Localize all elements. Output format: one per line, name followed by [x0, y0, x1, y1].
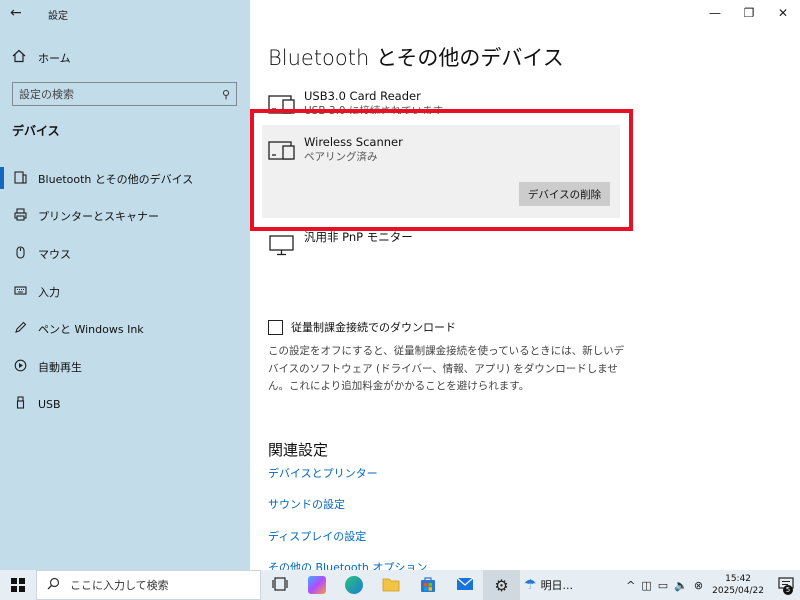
settings-sidebar: ← 設定 ホーム ⚲ デバイス Bluetooth とその他のデバイス プリンタ…	[0, 0, 250, 570]
metered-download-label: 従量制課金接続でのダウンロード	[291, 321, 456, 334]
edge-button[interactable]	[335, 570, 372, 600]
sidebar-item-usb[interactable]: USB	[0, 386, 250, 424]
camera-icon[interactable]: ◫	[641, 579, 651, 592]
link-sound-settings[interactable]: サウンドの設定	[268, 496, 345, 512]
mail-button[interactable]	[446, 570, 483, 600]
taskbar-search-text: ここに入力して検索	[70, 579, 169, 592]
weather-widget[interactable]: ☂ 明日...	[524, 577, 573, 593]
link-display-settings[interactable]: ディスプレイの設定	[268, 528, 366, 544]
copilot-icon	[307, 576, 326, 594]
page-title: Bluetooth とその他のデバイス	[268, 46, 564, 70]
search-icon[interactable]: ⚲	[216, 88, 236, 101]
taskbar: ここに入力して検索 ⚙ ☂ 明日... ^ ◫ ▭ 🔈 ⊗ 15:42 2025…	[0, 570, 800, 600]
clock-date: 2025/04/22	[712, 586, 764, 596]
device-name: USB3.0 Card Reader	[304, 89, 421, 103]
task-view-icon	[271, 576, 288, 595]
close-circle-icon[interactable]: ⊗	[694, 579, 703, 592]
settings-search-input[interactable]	[13, 83, 216, 105]
link-devices-and-printers[interactable]: デバイスとプリンター	[268, 465, 378, 481]
umbrella-icon: ☂	[524, 577, 537, 593]
metered-download-checkbox[interactable]	[268, 319, 283, 335]
taskbar-search-box[interactable]: ここに入力して検索	[36, 570, 261, 600]
sidebar-item-label: USB	[38, 397, 61, 411]
weather-text: 明日...	[540, 579, 574, 592]
app-title: 設定	[48, 11, 68, 22]
related-settings-title: 関連設定	[268, 441, 329, 459]
home-label: ホーム	[38, 52, 71, 65]
gear-icon: ⚙	[494, 575, 509, 595]
sidebar-nav: Bluetooth とその他のデバイス プリンターとスキャナー マウス 入力 ペ…	[0, 160, 250, 423]
mouse-icon	[12, 246, 28, 262]
sidebar-item-mouse[interactable]: マウス	[0, 235, 250, 273]
sidebar-item-label: マウス	[38, 247, 71, 261]
system-tray: ^ ◫ ▭ 🔈 ⊗ 15:42 2025/04/22 5	[623, 570, 800, 600]
windows-logo-icon	[11, 578, 25, 592]
task-view-button[interactable]	[261, 570, 298, 600]
settings-taskbar-button[interactable]: ⚙	[483, 570, 520, 600]
close-button[interactable]: ✕	[766, 0, 800, 28]
pen-icon	[12, 321, 28, 337]
sidebar-item-bluetooth[interactable]: Bluetooth とその他のデバイス	[0, 160, 250, 198]
notification-count-badge: 5	[783, 585, 793, 595]
copilot-button[interactable]	[298, 570, 335, 600]
sidebar-item-label: 入力	[38, 285, 60, 299]
sidebar-item-label: Bluetooth とその他のデバイス	[38, 172, 194, 186]
link-more-bluetooth-options[interactable]: その他の Bluetooth オプション	[268, 559, 427, 570]
content-pane: — ❐ ✕ Bluetooth とその他のデバイス USB3.0 Card Re…	[250, 0, 800, 570]
sidebar-item-printers[interactable]: プリンターとスキャナー	[0, 198, 250, 236]
back-arrow-icon[interactable]: ←	[10, 4, 28, 22]
monitor-icon	[268, 233, 296, 257]
titlebar-left: ← 設定	[0, 0, 250, 28]
sidebar-item-autoplay[interactable]: 自動再生	[0, 348, 250, 386]
highlight-box	[250, 109, 633, 231]
printer-icon	[12, 208, 28, 224]
notification-center-button[interactable]: 5	[772, 570, 800, 600]
home-icon	[12, 49, 28, 67]
edge-browser-icon	[344, 576, 363, 594]
metered-download-option[interactable]: 従量制課金接続でのダウンロード	[268, 319, 456, 335]
window-controls: — ❐ ✕	[698, 0, 800, 28]
metered-description: この設定をオフにすると、従量制課金接続を使っているときには、新しいデバイスのソフ…	[268, 345, 625, 392]
autoplay-icon	[12, 359, 28, 375]
chevron-up-icon[interactable]: ^	[626, 579, 635, 592]
bluetooth-devices-icon	[12, 171, 28, 187]
sidebar-item-label: 自動再生	[38, 360, 82, 374]
search-icon	[47, 577, 60, 593]
device-name: 汎用非 PnP モニター	[304, 230, 413, 244]
store-icon	[419, 575, 437, 596]
file-explorer-button[interactable]	[372, 570, 409, 600]
start-button[interactable]	[0, 570, 36, 600]
clock-time: 15:42	[725, 574, 752, 584]
keyboard-icon	[12, 284, 28, 300]
settings-search-box[interactable]: ⚲	[12, 82, 237, 106]
maximize-button[interactable]: ❐	[732, 0, 766, 28]
store-button[interactable]	[409, 570, 446, 600]
sidebar-item-label: プリンターとスキャナー	[38, 210, 159, 224]
sidebar-item-label: ペンと Windows Ink	[38, 323, 144, 337]
section-title: デバイス	[12, 124, 60, 138]
device-generic-monitor[interactable]: 汎用非 PnP モニター	[268, 229, 413, 269]
network-icon[interactable]: ▭	[658, 579, 668, 592]
minimize-button[interactable]: —	[698, 0, 732, 28]
folder-icon	[382, 576, 400, 595]
mail-icon	[456, 577, 474, 594]
clock[interactable]: 15:42 2025/04/22	[712, 573, 764, 597]
sidebar-item-input[interactable]: 入力	[0, 273, 250, 311]
usb-icon	[12, 396, 28, 412]
home-nav-item[interactable]: ホーム	[12, 48, 71, 68]
volume-icon[interactable]: 🔈	[674, 579, 688, 592]
sidebar-item-pen[interactable]: ペンと Windows Ink	[0, 310, 250, 348]
